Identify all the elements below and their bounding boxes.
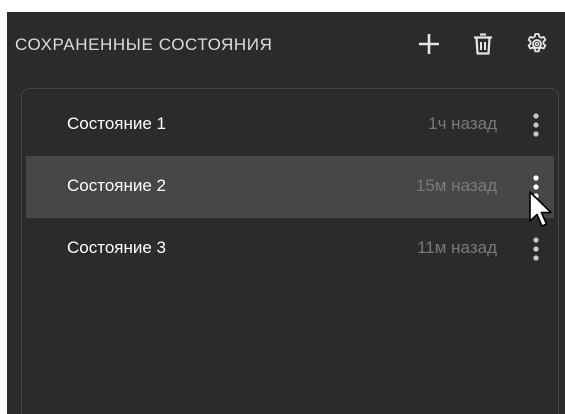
delete-state-button[interactable]: [469, 30, 497, 58]
more-vertical-icon: [533, 237, 539, 261]
state-name: Состояние 3: [67, 238, 167, 257]
more-vertical-icon: [533, 175, 539, 199]
state-time: 15м назад: [415, 176, 497, 195]
more-vertical-icon: [533, 113, 539, 137]
state-time: 11м назад: [417, 238, 497, 257]
more-options-button[interactable]: [525, 235, 547, 263]
gear-icon: [527, 33, 547, 53]
list-item-state-3[interactable]: Состояние 3 11м назад: [26, 218, 554, 280]
add-state-button[interactable]: [415, 30, 443, 58]
list-item-state-2[interactable]: Состояние 2 15м назад: [26, 156, 554, 218]
settings-button[interactable]: [523, 30, 551, 58]
state-time: 1ч назад: [428, 114, 497, 133]
more-options-button[interactable]: [525, 173, 547, 201]
state-name: Состояние 2: [67, 176, 167, 195]
trash-icon: [474, 33, 492, 55]
list-item-state-1[interactable]: Состояние 1 1ч назад: [26, 94, 554, 156]
saved-states-panel: СОХРАНЕННЫЕ СОСТОЯНИЯ Состояние 1 1ч наз…: [7, 12, 565, 414]
states-list: Состояние 1 1ч назад Состояние 2 15м наз…: [21, 88, 559, 414]
panel-title: СОХРАНЕННЫЕ СОСТОЯНИЯ: [15, 35, 273, 54]
plus-icon: [419, 34, 439, 54]
state-name: Состояние 1: [67, 114, 167, 133]
panel-header: СОХРАНЕННЫЕ СОСТОЯНИЯ: [7, 12, 565, 74]
more-options-button[interactable]: [525, 111, 547, 139]
